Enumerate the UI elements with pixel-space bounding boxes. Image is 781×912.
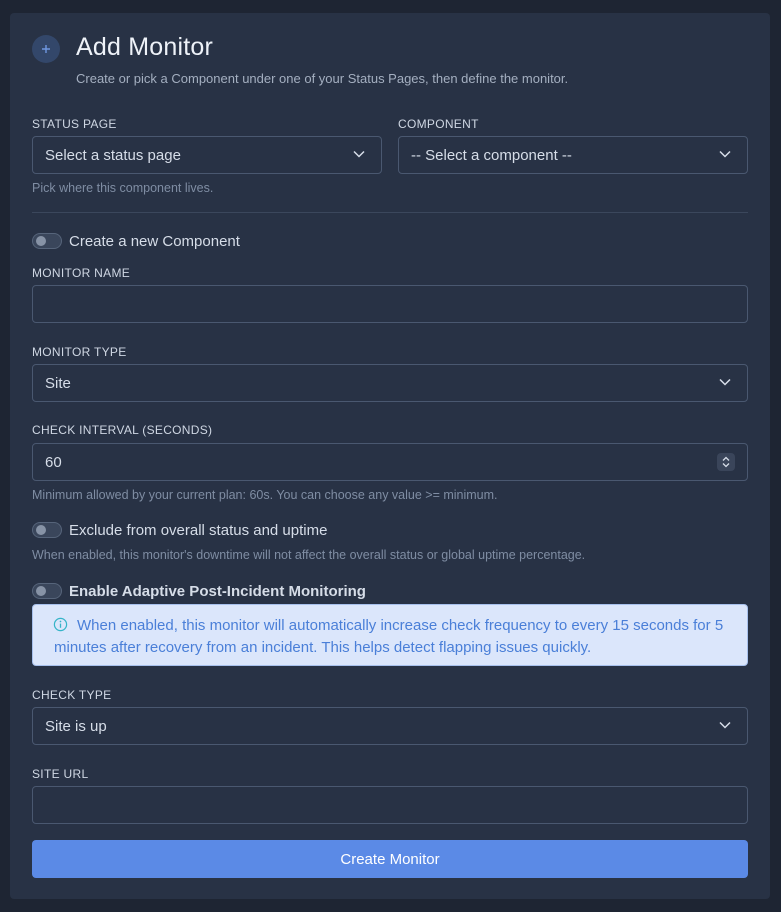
status-page-help: Pick where this component lives.	[32, 181, 214, 195]
create-monitor-button[interactable]: Create Monitor	[32, 840, 748, 878]
adaptive-label: Enable Adaptive Post-Incident Monitoring	[69, 583, 366, 600]
component-selected: -- Select a component --	[411, 147, 572, 164]
site-url-input[interactable]	[32, 786, 748, 824]
check-type-select[interactable]: Site is up	[32, 707, 748, 745]
component-label: COMPONENT	[398, 117, 479, 131]
status-page-label: STATUS PAGE	[32, 117, 117, 131]
check-type-selected: Site is up	[45, 718, 107, 735]
chevron-down-icon	[719, 721, 731, 729]
page-title: Add Monitor	[76, 33, 213, 61]
exclude-help: When enabled, this monitor's downtime wi…	[32, 548, 586, 562]
create-component-label: Create a new Component	[69, 233, 240, 250]
create-component-toggle[interactable]	[32, 233, 62, 249]
exclude-label: Exclude from overall status and uptime	[69, 522, 328, 539]
monitor-type-select[interactable]: Site	[32, 364, 748, 402]
chevron-down-icon	[353, 150, 365, 158]
monitor-name-label: MONITOR NAME	[32, 266, 131, 280]
exclude-toggle[interactable]	[32, 522, 62, 538]
section-divider	[32, 212, 748, 213]
chevron-down-icon	[719, 378, 731, 386]
number-stepper-icon[interactable]	[717, 453, 735, 471]
adaptive-info-text: When enabled, this monitor will automati…	[54, 617, 724, 656]
adaptive-toggle[interactable]	[32, 583, 62, 599]
monitor-type-label: MONITOR TYPE	[32, 345, 127, 359]
check-interval-help: Minimum allowed by your current plan: 60…	[32, 488, 498, 502]
site-url-label: SITE URL	[32, 767, 89, 781]
monitor-name-input[interactable]	[32, 285, 748, 323]
monitor-type-selected: Site	[45, 375, 71, 392]
plus-icon	[32, 35, 60, 63]
adaptive-info-alert: When enabled, this monitor will automati…	[32, 604, 748, 666]
status-page-select[interactable]: Select a status page	[32, 136, 382, 174]
check-interval-value: 60	[45, 454, 62, 471]
chevron-down-icon	[719, 150, 731, 158]
check-interval-input[interactable]: 60	[32, 443, 748, 481]
add-monitor-card: Add Monitor Create or pick a Component u…	[10, 13, 770, 899]
check-type-label: CHECK TYPE	[32, 688, 112, 702]
component-select[interactable]: -- Select a component --	[398, 136, 748, 174]
status-page-selected: Select a status page	[45, 147, 181, 164]
page-subtitle: Create or pick a Component under one of …	[76, 71, 569, 86]
check-interval-label: CHECK INTERVAL (SECONDS)	[32, 423, 213, 437]
